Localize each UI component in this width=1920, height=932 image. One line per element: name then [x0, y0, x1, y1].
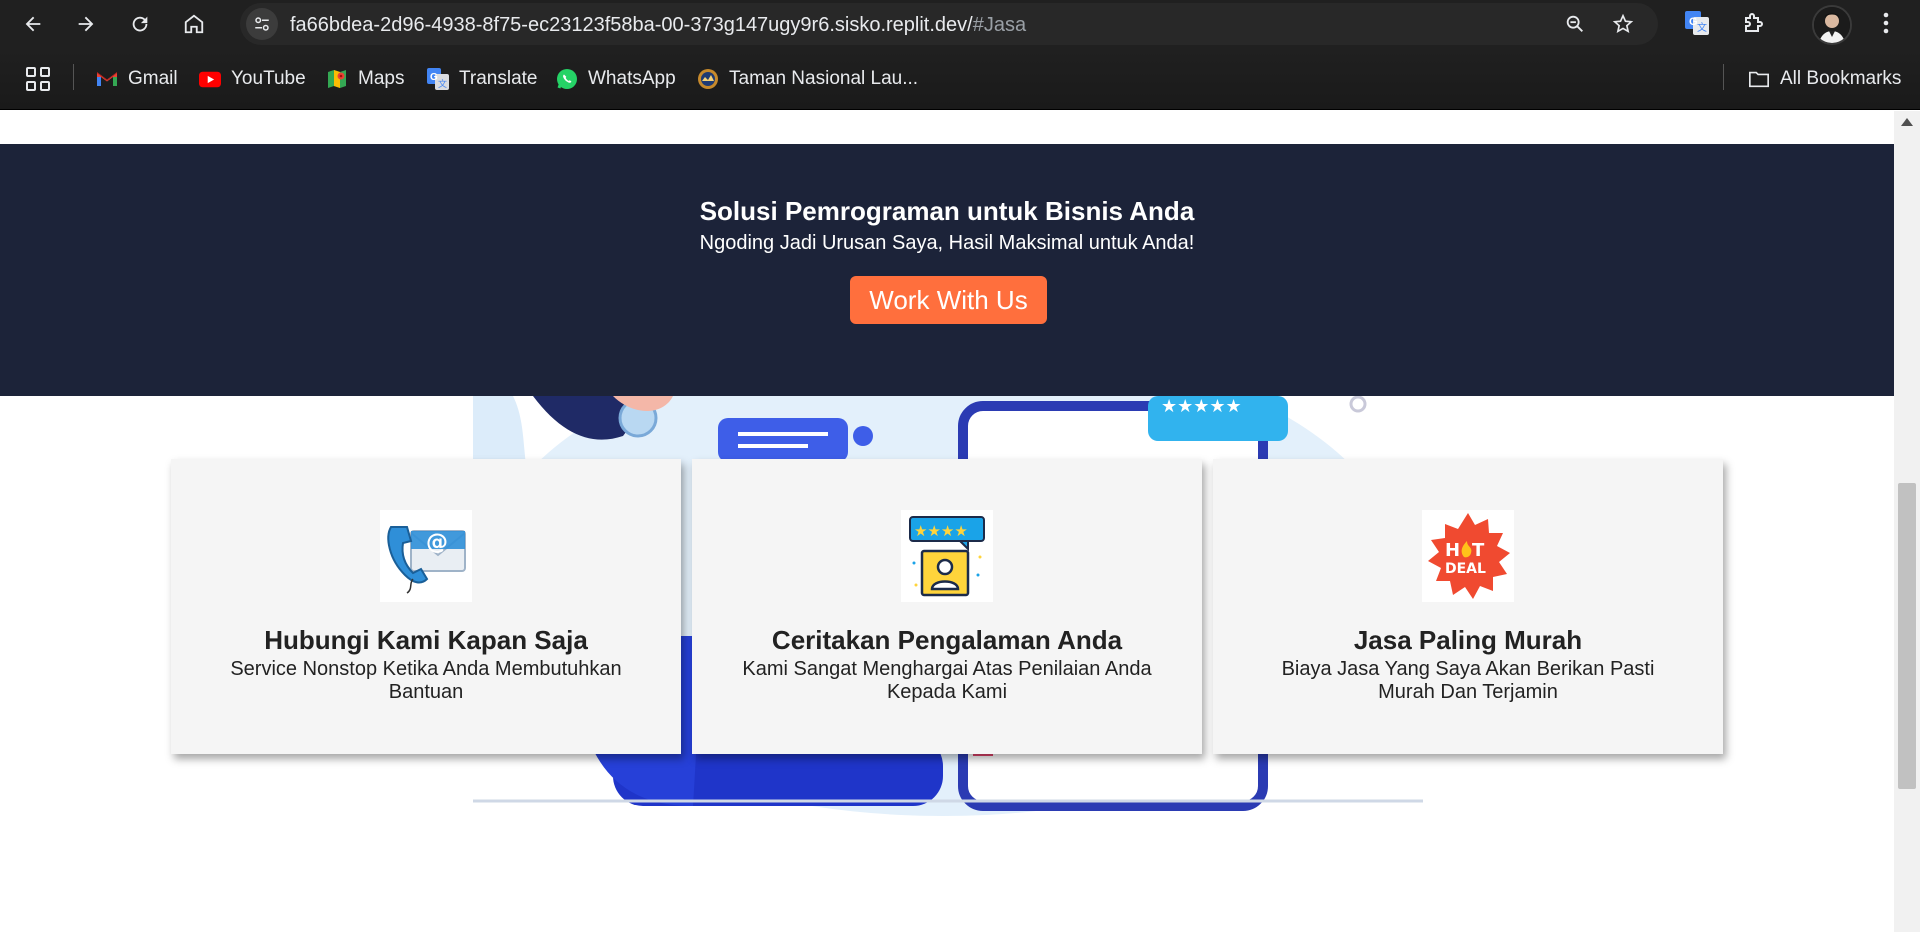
bookmark-label: Maps	[358, 68, 405, 89]
hero-title: Solusi Pemrograman untuk Bisnis Anda	[699, 196, 1195, 226]
forward-icon[interactable]	[68, 6, 104, 42]
extensions-icon[interactable]	[1738, 8, 1768, 38]
svg-text:H: H	[1445, 540, 1460, 561]
browser-toolbar: fa66bdea-2d96-4938-8f75-ec23123f58ba-00-…	[0, 0, 1920, 48]
reload-icon[interactable]	[122, 6, 158, 42]
svg-text:★★★★: ★★★★	[914, 522, 968, 540]
home-icon[interactable]	[176, 6, 212, 42]
card-title: Jasa Paling Murah	[1353, 625, 1583, 655]
page-viewport: Solusi Pemrograman untuk Bisnis Anda Ngo…	[0, 111, 1894, 932]
card-description: Biaya Jasa Yang Saya Akan Berikan Pasti …	[1281, 658, 1655, 703]
card-title: Hubungi Kami Kapan Saja	[264, 625, 588, 655]
all-bookmarks-button[interactable]: All Bookmarks	[1748, 65, 1901, 93]
hero-subtitle: Ngoding Jadi Urusan Saya, Hasil Maksimal…	[699, 232, 1195, 254]
bookmark-label: Translate	[459, 68, 538, 89]
park-icon	[697, 68, 719, 90]
maps-icon	[326, 68, 348, 90]
google-translate-extension-icon[interactable]: G文	[1682, 8, 1712, 38]
url-text: fa66bdea-2d96-4938-8f75-ec23123f58ba-00-…	[290, 14, 1027, 36]
service-card-contact: @ Hubungi Kami Kapan Saja Service Nonsto…	[171, 459, 681, 754]
bookmark-label: WhatsApp	[588, 68, 676, 89]
svg-text:文: 文	[1697, 21, 1707, 34]
profile-avatar[interactable]	[1812, 5, 1852, 45]
hero-section: Solusi Pemrograman untuk Bisnis Anda Ngo…	[0, 144, 1894, 396]
address-bar[interactable]: fa66bdea-2d96-4938-8f75-ec23123f58ba-00-…	[240, 3, 1658, 45]
svg-text:T: T	[1472, 540, 1485, 561]
zoom-icon[interactable]	[1562, 11, 1588, 37]
whatsapp-icon	[556, 68, 578, 90]
youtube-icon	[199, 68, 221, 90]
bookmarks-bar: Gmail YouTube Maps G文 Translate WhatsApp…	[0, 48, 1920, 110]
scroll-up-arrow-icon[interactable]	[1901, 118, 1913, 126]
service-card-hot-deal: H T DEAL Jasa Paling Murah Biaya Jasa Ya…	[1213, 459, 1723, 754]
bookmark-whatsapp[interactable]: WhatsApp	[556, 65, 676, 93]
bookmark-gmail[interactable]: Gmail	[96, 65, 178, 93]
page-scrollbar[interactable]	[1894, 111, 1920, 932]
back-icon[interactable]	[15, 6, 51, 42]
work-with-us-button[interactable]: Work With Us	[850, 276, 1047, 324]
folder-icon	[1748, 68, 1770, 90]
bookmark-label: Taman Nasional Lau...	[729, 68, 919, 89]
service-card-review: ★★★★ Ceritakan Pengalaman Anda Kami Sang…	[692, 459, 1202, 754]
bookmarks-divider	[1723, 64, 1724, 90]
gmail-icon	[96, 68, 118, 90]
scrollbar-thumb[interactable]	[1898, 483, 1916, 789]
bookmark-label: Gmail	[128, 68, 178, 89]
svg-text:G: G	[430, 72, 438, 83]
svg-text:DEAL: DEAL	[1445, 561, 1486, 577]
card-description: Kami Sangat Menghargai Atas Penilaian An…	[742, 658, 1152, 703]
translate-icon: G文	[427, 68, 449, 90]
star-icon[interactable]	[1610, 11, 1636, 37]
bookmark-maps[interactable]: Maps	[326, 65, 404, 93]
bookmark-taman-nasional[interactable]: Taman Nasional Lau...	[697, 65, 918, 93]
contact-icon: @	[380, 510, 472, 602]
apps-grid-icon[interactable]	[26, 67, 50, 91]
all-bookmarks-label: All Bookmarks	[1780, 68, 1902, 89]
bookmark-translate[interactable]: G文 Translate	[427, 65, 538, 93]
site-info-icon[interactable]	[246, 8, 278, 40]
svg-text:@: @	[426, 530, 448, 555]
svg-text:文: 文	[438, 78, 447, 89]
bookmarks-divider	[73, 64, 74, 90]
bookmark-label: YouTube	[231, 68, 306, 89]
browser-menu-icon[interactable]	[1874, 8, 1898, 38]
hot-deal-icon: H T DEAL	[1422, 510, 1514, 602]
card-title: Ceritakan Pengalaman Anda	[771, 625, 1123, 655]
svg-text:★★★★★: ★★★★★	[1161, 396, 1242, 417]
card-description: Service Nonstop Ketika Anda Membutuhkan …	[230, 658, 622, 703]
review-icon: ★★★★	[901, 510, 993, 602]
bookmark-youtube[interactable]: YouTube	[199, 65, 306, 93]
